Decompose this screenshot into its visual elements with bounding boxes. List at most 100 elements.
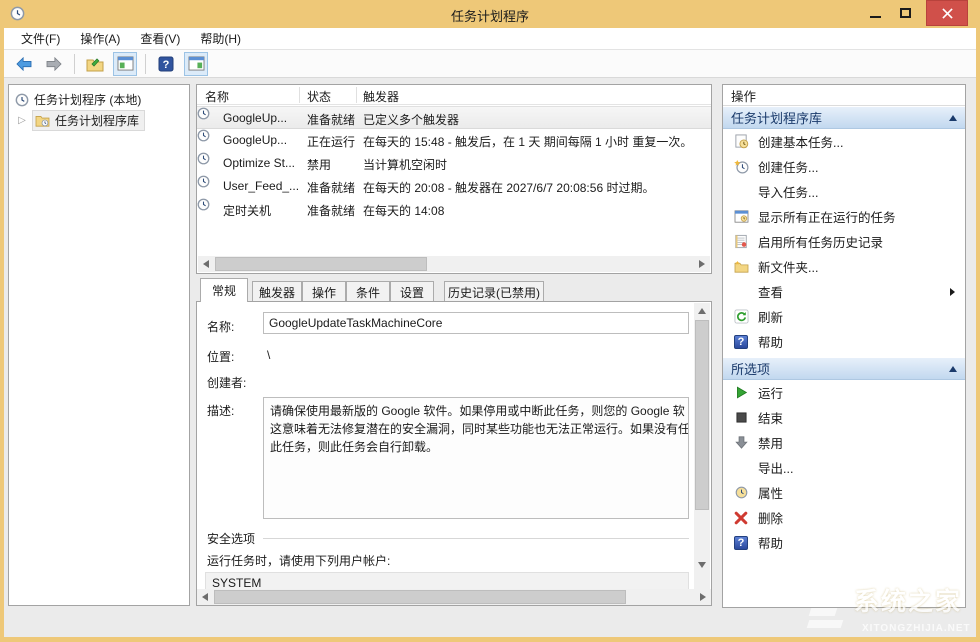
- show-hide-console-tree-button[interactable]: [113, 52, 137, 76]
- column-status[interactable]: 状态: [307, 88, 331, 105]
- help-icon: ?: [733, 535, 749, 551]
- task-name: GoogleUp...: [223, 111, 287, 125]
- action-label: 创建任务...: [758, 157, 818, 176]
- help-icon: ?: [733, 334, 749, 350]
- help-icon: ?: [158, 56, 174, 72]
- task-status: 禁用: [307, 156, 331, 173]
- toolbar: ?: [4, 50, 976, 78]
- action-run[interactable]: 运行: [723, 380, 965, 405]
- view-icon: [733, 284, 749, 300]
- action-export[interactable]: 导出...: [723, 455, 965, 480]
- task-row-userfeed[interactable]: User_Feed_... 准备就绪 在每天的 20:08 - 触发器在 202…: [197, 175, 711, 198]
- export-folder-button[interactable]: [83, 52, 107, 76]
- task-name-field[interactable]: [263, 312, 689, 334]
- action-enable-task-history[interactable]: 启用所有任务历史记录: [723, 229, 965, 254]
- scroll-right-button[interactable]: [695, 589, 711, 605]
- vscroll-thumb[interactable]: [695, 320, 709, 510]
- description-line: 请确保使用最新版的 Google 软件。如果停用或中断此任务，则您的 Googl…: [270, 402, 682, 420]
- tab-general[interactable]: 常规: [200, 278, 248, 302]
- run-icon: [733, 385, 749, 401]
- action-end[interactable]: 结束: [723, 405, 965, 430]
- minimize-button[interactable]: [862, 0, 888, 26]
- refresh-icon: [733, 309, 749, 325]
- tree-item-root[interactable]: 任务计划程序 (本地): [9, 89, 189, 110]
- action-label: 启用所有任务历史记录: [758, 232, 883, 251]
- hscroll-thumb[interactable]: [214, 590, 626, 604]
- tab-settings[interactable]: 设置: [390, 281, 434, 302]
- tab-actions[interactable]: 操作: [302, 281, 346, 302]
- menu-bar: 文件(F) 操作(A) 查看(V) 帮助(H): [4, 28, 976, 50]
- column-trigger[interactable]: 触发器: [363, 88, 399, 105]
- action-properties[interactable]: 属性: [723, 480, 965, 505]
- task-row-googleupdate-ua[interactable]: GoogleUp... 正在运行 在每天的 15:48 - 触发后，在 1 天 …: [197, 129, 711, 152]
- scroll-up-button[interactable]: [694, 303, 710, 319]
- tree-root-label: 任务计划程序 (本地): [34, 91, 141, 108]
- expander-icon[interactable]: ▷: [17, 115, 27, 126]
- task-trigger: 在每天的 20:08 - 触发器在 2027/6/7 20:08:56 时过期。: [363, 179, 709, 196]
- scroll-left-button[interactable]: [197, 589, 213, 605]
- hscroll-thumb[interactable]: [215, 257, 427, 271]
- tree-item-library[interactable]: ▷ 任务计划程序库: [9, 110, 189, 131]
- help-toolbar-button[interactable]: ?: [154, 52, 178, 76]
- folder-arrow-icon: [86, 56, 104, 72]
- task-list-hscrollbar[interactable]: [198, 256, 710, 272]
- forward-button[interactable]: [42, 52, 66, 76]
- task-status: 正在运行: [307, 133, 355, 150]
- task-trigger: 在每天的 14:08: [363, 202, 709, 219]
- action-create-basic-task[interactable]: 创建基本任务...: [723, 129, 965, 154]
- action-display-running-tasks[interactable]: 显示所有正在运行的任务: [723, 204, 965, 229]
- menu-help[interactable]: 帮助(H): [191, 27, 250, 50]
- menu-action[interactable]: 操作(A): [71, 27, 129, 50]
- action-label: 属性: [758, 483, 783, 502]
- details-hscrollbar[interactable]: [197, 589, 711, 605]
- action-disable[interactable]: 禁用: [723, 430, 965, 455]
- task-row-optimize[interactable]: Optimize St... 禁用 当计算机空闲时: [197, 152, 711, 175]
- action-label: 结束: [758, 408, 783, 427]
- collapse-arrow-icon[interactable]: [949, 115, 957, 121]
- maximize-button[interactable]: [892, 0, 918, 26]
- back-button[interactable]: [12, 52, 36, 76]
- show-hide-action-pane-button[interactable]: [184, 52, 208, 76]
- history-log-icon: [733, 234, 749, 250]
- action-label: 帮助: [758, 533, 783, 552]
- scroll-down-button[interactable]: [694, 557, 710, 573]
- section-header-library[interactable]: 任务计划程序库: [723, 106, 965, 129]
- console-window-icon: [117, 56, 134, 71]
- tab-history[interactable]: 历史记录(已禁用): [444, 281, 544, 302]
- description-box[interactable]: 请确保使用最新版的 Google 软件。如果停用或中断此任务，则您的 Googl…: [263, 397, 689, 519]
- action-delete[interactable]: 删除: [723, 505, 965, 530]
- menu-view[interactable]: 查看(V): [131, 27, 189, 50]
- action-help-library[interactable]: ? 帮助: [723, 329, 965, 354]
- details-vscrollbar[interactable]: [694, 303, 710, 589]
- svg-text:?: ?: [163, 59, 170, 71]
- column-name[interactable]: 名称: [205, 88, 229, 105]
- author-label: 创建者:: [207, 374, 246, 391]
- column-divider[interactable]: [356, 87, 357, 103]
- task-name: Optimize St...: [223, 156, 295, 170]
- task-list-panel: 名称 状态 触发器 GoogleUp... 准备就绪 已定义多个触发器 Goog…: [196, 84, 712, 274]
- scroll-left-button[interactable]: [198, 256, 214, 272]
- close-button[interactable]: [926, 0, 968, 26]
- task-row-googleupdate-core[interactable]: GoogleUp... 准备就绪 已定义多个触发器: [197, 106, 711, 129]
- section-header-selected-item[interactable]: 所选项: [723, 357, 965, 380]
- clock-icon: [197, 175, 210, 188]
- collapse-arrow-icon[interactable]: [949, 366, 957, 372]
- name-label: 名称:: [207, 318, 234, 335]
- actions-pane-title: 操作: [723, 85, 965, 106]
- menu-file[interactable]: 文件(F): [12, 27, 69, 50]
- tab-triggers[interactable]: 触发器: [252, 281, 302, 302]
- tab-conditions[interactable]: 条件: [346, 281, 390, 302]
- action-create-task[interactable]: 创建任务...: [723, 154, 965, 179]
- action-import-task[interactable]: 导入任务...: [723, 179, 965, 204]
- action-view[interactable]: 查看: [723, 279, 965, 304]
- action-new-folder[interactable]: 新文件夹...: [723, 254, 965, 279]
- action-help-selected[interactable]: ? 帮助: [723, 530, 965, 555]
- task-row-shutdown-timer[interactable]: 定时关机 准备就绪 在每天的 14:08: [197, 198, 711, 221]
- basic-task-icon: [733, 134, 749, 150]
- scroll-right-button[interactable]: [694, 256, 710, 272]
- action-refresh[interactable]: 刷新: [723, 304, 965, 329]
- column-divider[interactable]: [299, 87, 300, 103]
- right-arrow-icon: [699, 260, 705, 268]
- new-folder-icon: [733, 259, 749, 275]
- action-label: 导出...: [758, 458, 793, 477]
